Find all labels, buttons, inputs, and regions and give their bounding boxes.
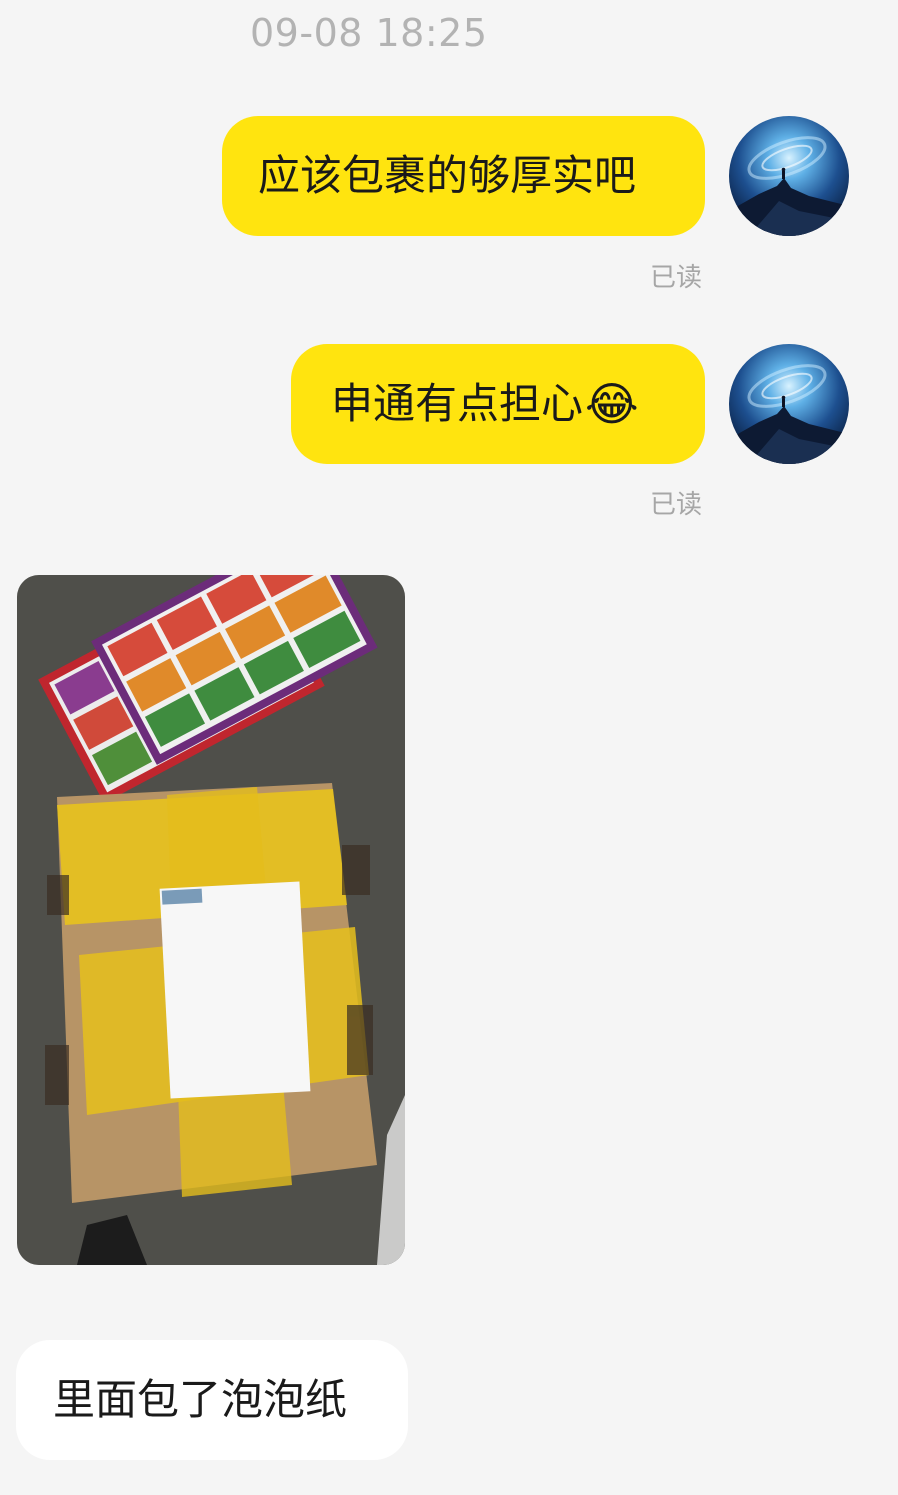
read-receipt: 已读 (650, 490, 703, 520)
message-timestamp: 09-08 18:25 (250, 11, 488, 55)
laughing-tears-emoji-icon: 😂 (585, 377, 639, 431)
message-image[interactable] (17, 575, 405, 1265)
message-text: 申通有点担心 (331, 379, 584, 428)
avatar[interactable] (729, 344, 849, 464)
read-receipt: 已读 (650, 263, 703, 293)
galaxy-avatar-icon (729, 116, 849, 236)
message-bubble-outgoing[interactable]: 申通有点担心 😂 (291, 344, 705, 464)
package-photo-image (17, 575, 405, 1265)
galaxy-avatar-icon (729, 344, 849, 464)
message-bubble-incoming[interactable]: 里面包了泡泡纸 (16, 1340, 408, 1460)
message-bubble-outgoing[interactable]: 应该包裹的够厚实吧 (222, 116, 705, 236)
message-text: 应该包裹的够厚实吧 (258, 151, 637, 200)
avatar[interactable] (729, 116, 849, 236)
message-text: 里面包了泡泡纸 (53, 1375, 348, 1424)
